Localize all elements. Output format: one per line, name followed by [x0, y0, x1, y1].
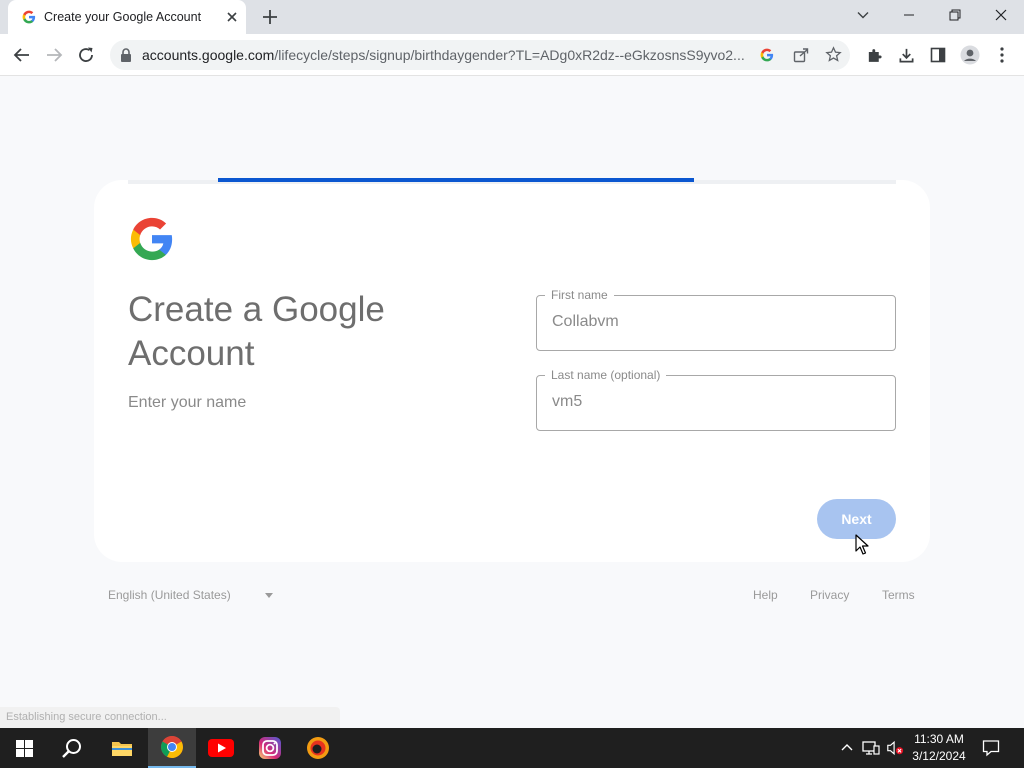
tab-search-button[interactable]: [840, 0, 886, 30]
more-vert-icon: [1000, 47, 1004, 63]
bookmark-star-icon[interactable]: [825, 46, 842, 63]
first-name-label: First name: [545, 288, 614, 302]
action-center-button[interactable]: [982, 739, 1000, 757]
first-name-value: Collabvm: [552, 313, 619, 330]
browser-tab[interactable]: Create your Google Account: [8, 0, 246, 34]
status-bar: Establishing secure connection...: [0, 707, 340, 728]
youtube-icon: [208, 739, 234, 757]
arrow-right-icon: [47, 48, 63, 62]
browser-icon: [307, 737, 329, 759]
minimize-button[interactable]: [886, 0, 932, 30]
instagram-icon: [259, 737, 281, 759]
extensions-button[interactable]: [864, 45, 884, 65]
network-icon: [862, 741, 880, 755]
profile-button[interactable]: [960, 45, 980, 65]
page-subtitle: Enter your name: [128, 394, 247, 411]
google-favicon-icon: [22, 10, 36, 24]
tab-title: Create your Google Account: [44, 10, 202, 24]
system-clock[interactable]: 11:30 AM 3/12/2024: [906, 731, 972, 765]
chrome-taskbar-button[interactable]: [148, 728, 196, 768]
file-explorer-button[interactable]: [98, 728, 146, 768]
arrow-left-icon: [13, 48, 29, 62]
chevron-down-icon: [857, 12, 869, 19]
url-text: accounts.google.com/lifecycle/steps/sign…: [142, 47, 745, 63]
last-name-value: vm5: [552, 393, 583, 410]
privacy-link[interactable]: Privacy: [810, 588, 849, 602]
volume-muted-icon: [887, 740, 904, 756]
clock-date: 3/12/2024: [912, 749, 966, 763]
volume-tray-button[interactable]: [886, 739, 904, 757]
reload-button[interactable]: [76, 45, 96, 65]
chrome-icon: [161, 736, 183, 758]
browser-app-button[interactable]: [294, 728, 342, 768]
side-panel-button[interactable]: [928, 45, 948, 65]
last-name-field[interactable]: Last name (optional) vm5: [536, 368, 896, 431]
page-title: Create a Google Account: [128, 290, 385, 373]
reload-icon: [79, 47, 93, 62]
share-icon[interactable]: [793, 47, 809, 63]
lock-icon: [121, 48, 131, 62]
search-button[interactable]: [48, 728, 96, 768]
google-lens-icon[interactable]: [760, 48, 774, 62]
folder-icon: [112, 742, 132, 756]
network-tray-button[interactable]: [862, 739, 880, 757]
chevron-up-icon: [841, 744, 853, 751]
mouse-cursor-icon: [855, 534, 869, 555]
downloads-button[interactable]: [896, 45, 916, 65]
clock-time: 11:30 AM: [914, 732, 964, 746]
last-name-label: Last name (optional): [545, 368, 667, 382]
tab-strip: Create your Google Account: [0, 0, 1024, 34]
notification-icon: [982, 740, 1000, 757]
new-tab-icon[interactable]: [261, 8, 279, 26]
caret-down-icon[interactable]: [265, 593, 273, 598]
close-window-button[interactable]: [978, 0, 1024, 30]
show-hidden-icons-button[interactable]: [838, 739, 856, 757]
puzzle-piece-icon: [868, 48, 882, 62]
first-name-field[interactable]: First name Collabvm: [536, 288, 896, 351]
progress-bar: [218, 178, 694, 182]
close-icon: [995, 9, 1007, 21]
back-button[interactable]: [12, 45, 32, 65]
address-bar[interactable]: accounts.google.com/lifecycle/steps/sign…: [110, 40, 850, 70]
side-panel-icon: [930, 47, 946, 63]
google-logo-icon: [130, 217, 173, 261]
minimize-icon: [904, 14, 914, 16]
next-button[interactable]: Next: [817, 499, 896, 539]
taskbar: 11:30 AM 3/12/2024: [0, 728, 1024, 768]
download-icon: [899, 48, 913, 62]
restore-icon: [949, 9, 961, 21]
start-button[interactable]: [0, 728, 48, 768]
language-selector[interactable]: English (United States): [108, 588, 231, 602]
instagram-button[interactable]: [246, 728, 294, 768]
windows-logo-icon: [15, 739, 33, 757]
help-link[interactable]: Help: [753, 588, 778, 602]
restore-button[interactable]: [932, 0, 978, 30]
avatar-icon: [960, 45, 980, 65]
search-icon: [62, 739, 81, 758]
youtube-button[interactable]: [197, 728, 245, 768]
chrome-menu-button[interactable]: [992, 45, 1012, 65]
forward-button[interactable]: [44, 45, 64, 65]
close-tab-icon[interactable]: [224, 9, 240, 25]
browser-toolbar: accounts.google.com/lifecycle/steps/sign…: [0, 34, 1024, 76]
terms-link[interactable]: Terms: [882, 588, 915, 602]
